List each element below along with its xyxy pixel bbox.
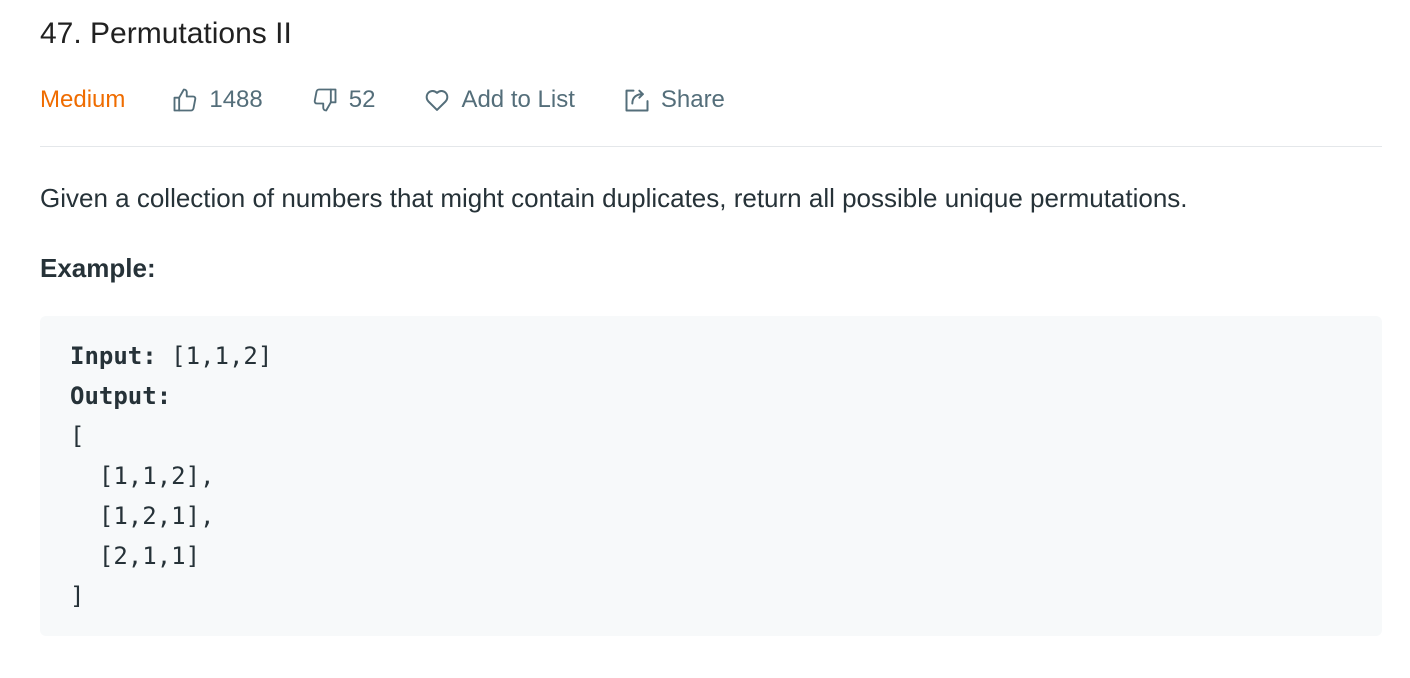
input-value: [1,1,2]: [156, 342, 273, 370]
thumbs-down-icon: [311, 86, 339, 114]
output-line-5: ]: [70, 582, 85, 610]
dislike-count: 52: [348, 86, 376, 113]
example-code: Input: [1,1,2] Output: [ [1,1,2], [1,2,1],…: [70, 336, 272, 616]
add-to-list-label: Add to List: [461, 86, 575, 113]
example-code-block: Input: [1,1,2] Output: [ [1,1,2], [1,2,1],…: [40, 316, 1382, 636]
divider: [40, 146, 1382, 147]
example-heading: Example:: [40, 253, 156, 283]
output-line-3: [1,2,1],: [70, 502, 215, 530]
share-label: Share: [660, 86, 725, 113]
input-label: Input:: [70, 342, 157, 370]
like-button[interactable]: 1488: [171, 86, 263, 114]
share-button[interactable]: Share: [623, 86, 725, 114]
dislike-button[interactable]: 52: [311, 86, 376, 114]
input-line: Input: [1,1,2]: [70, 336, 272, 376]
output-line-4: [2,1,1]: [70, 542, 201, 570]
difficulty-label: Medium: [40, 86, 126, 113]
problem-description: Given a collection of numbers that might…: [40, 183, 1188, 213]
output-line: Output:: [70, 376, 272, 416]
add-to-list-button[interactable]: Add to List: [423, 86, 575, 114]
output-line-2: [1,1,2],: [70, 462, 215, 490]
share-icon: [623, 86, 651, 114]
thumbs-up-icon: [171, 86, 199, 114]
problem-meta-bar: Medium 1488 52 Add to List Share: [40, 80, 773, 120]
problem-title: 47. Permutations II: [40, 17, 292, 50]
heart-icon: [423, 86, 451, 114]
like-count: 1488: [209, 86, 263, 113]
output-label: Output:: [70, 382, 172, 410]
output-line-1: [: [70, 422, 85, 450]
